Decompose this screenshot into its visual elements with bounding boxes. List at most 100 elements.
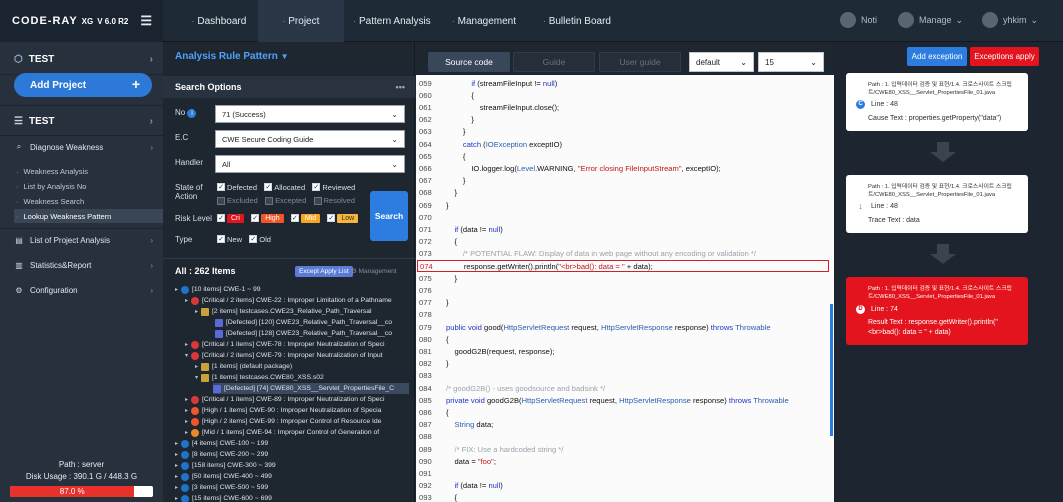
tab-source-code[interactable]: Source code [428, 52, 510, 72]
add-project-button[interactable]: Add Project + [14, 73, 152, 97]
tree-item[interactable]: ▸ [High / 2 items] CWE-99 : Improper Cont… [185, 416, 415, 427]
code-line[interactable]: 086 { [416, 406, 834, 418]
tab-user-guide[interactable]: User guide [599, 52, 681, 72]
risk-low-checkbox[interactable]: ✓ Low [327, 213, 359, 223]
code-line[interactable]: 093 { [416, 492, 834, 502]
tree-item[interactable]: [Defected] [120] CWE23_Relative_Path_Tra… [215, 317, 415, 328]
tree-item[interactable]: ▸ [158 items] CWE-300 ~ 399 [175, 460, 276, 471]
trace-card-trace[interactable]: Path : 1. 입력데이터 검증 및 표현/1.4. 크로스사이트 스크립트… [846, 175, 1028, 233]
code-line[interactable]: 087 String data; [416, 419, 834, 431]
tree-item[interactable]: ▸ [15 items] CWE-600 ~ 699 [175, 493, 272, 502]
tree-item[interactable]: ▸ [Mid / 1 items] CWE-94 : Improper Contr… [185, 427, 415, 438]
sidebar-item-project-analysis[interactable]: ▤ List of Project Analysis › [0, 229, 163, 251]
sidebar-sub-weakness-analysis[interactable]: · Weakness Analysis [16, 164, 88, 178]
nav-management[interactable]: · Management [446, 0, 522, 42]
code-line[interactable]: 069} [416, 199, 834, 211]
logo[interactable]: CODE-RAY XG V 6.0 R2 ☰ [0, 0, 163, 42]
tree-item[interactable]: ▸ [High / 1 items] CWE-90 : Improper Neut… [185, 405, 415, 416]
tree-item[interactable]: ▸ [3 items] CWE-500 ~ 599 [175, 482, 268, 493]
type-old-checkbox[interactable]: ✓ Old [249, 235, 271, 244]
management-button[interactable]: ⚙ Management [351, 267, 397, 275]
tree-item[interactable]: ▸ [Critical / 1 items] CWE-89 : Improper … [185, 394, 415, 405]
code-line[interactable]: 073 /* POTENTIAL FLAW: Display of data i… [416, 248, 834, 260]
code-line[interactable]: 085 private void goodG2B(HttpServletReque… [416, 394, 834, 406]
exceptions-apply-button[interactable]: Exceptions apply [970, 47, 1039, 66]
code-line[interactable]: 059 if (streamFileInput != null) [416, 77, 834, 89]
code-line[interactable]: 078 [416, 309, 834, 321]
code-line[interactable]: 082} [416, 358, 834, 370]
code-line[interactable]: 077} [416, 297, 834, 309]
code-line[interactable]: 080 { [416, 333, 834, 345]
code-scrollbar[interactable] [830, 304, 833, 436]
risk-mid-checkbox[interactable]: ✓ Mid [290, 213, 321, 223]
type-new-checkbox[interactable]: ✓ New [217, 235, 242, 244]
code-line-highlighted[interactable]: 074 response.getWriter().println("<br>ba… [417, 260, 829, 272]
nav-bulletin-board[interactable]: · Bulletin Board [540, 0, 614, 42]
code-line[interactable]: 061 streamFileInput.close(); [416, 101, 834, 113]
code-line[interactable]: 068 } [416, 187, 834, 199]
noti-button[interactable]: Noti [840, 12, 877, 28]
sidebar-project-test[interactable]: ☰ TEST › [0, 107, 163, 135]
code-line[interactable]: 075 } [416, 272, 834, 284]
sidebar-project-header[interactable]: ⬡ TEST › [0, 45, 163, 73]
risk-high-checkbox[interactable]: ✓ High [251, 213, 284, 223]
more-icon[interactable]: ••• [396, 82, 405, 92]
code-line[interactable]: 090 data = "foo"; [416, 455, 834, 467]
sidebar-item-diagnose-weakness[interactable]: ⌕ Diagnose Weakness › [0, 136, 163, 158]
code-line[interactable]: 060 { [416, 89, 834, 101]
analysis-no-select[interactable]: 71 (Success) ⌄ [215, 105, 405, 123]
nav-pattern-analysis[interactable]: · Pattern Analysis [350, 0, 434, 42]
tree-item[interactable]: ▾ [Critical / 2 items] CWE-79 : Improper … [185, 350, 415, 361]
tree-item[interactable]: ▸ [2 items] testcases.CWE23_Relative_Path… [195, 306, 415, 317]
code-line[interactable]: 066 IO.logger.log(Level.WARNING, "Error … [416, 162, 834, 174]
user-menu[interactable]: yhkim ⌄ [982, 12, 1038, 28]
tree-item[interactable]: [Defected] [128] CWE23_Relative_Path_Tra… [215, 328, 415, 339]
code-line[interactable]: 063 } [416, 126, 834, 138]
state-excluded-checkbox[interactable]: Excluded [217, 196, 258, 205]
code-line[interactable]: 091 [416, 467, 834, 479]
tree-item[interactable]: ▸ [1 items] (default package) [195, 361, 415, 372]
tree-item[interactable]: ▸ [Critical / 2 items] CWE-22 : Improper … [185, 295, 415, 306]
search-button[interactable]: Search [370, 191, 408, 241]
tree-item[interactable]: ▸ [Critical / 1 items] CWE-78 : Improper … [185, 339, 415, 350]
sidebar-item-configuration[interactable]: ⚙ Configuration › [0, 279, 163, 301]
except-apply-list-button[interactable]: Except Apply List [295, 266, 353, 277]
code-line[interactable]: 079 public void good(HttpServletRequest r… [416, 321, 834, 333]
state-reviewed-checkbox[interactable]: ✓ Reviewed [312, 183, 355, 192]
sidebar-item-statistics[interactable]: ▥ Statistics&Report › [0, 254, 163, 276]
risk-cri-checkbox[interactable]: ✓ Cri [217, 213, 244, 223]
trace-card-cause[interactable]: Path : 1. 입력데이터 검증 및 표현/1.4. 크로스사이트 스크립트… [846, 73, 1028, 131]
code-line[interactable]: 092 if (data != null) [416, 480, 834, 492]
tree-item[interactable]: ▸ [4 items] CWE-100 ~ 199 [175, 438, 268, 449]
state-excepted-checkbox[interactable]: Excepted [265, 196, 306, 205]
tab-guide[interactable]: Guide [513, 52, 595, 72]
theme-select[interactable]: default ⌄ [689, 52, 754, 72]
tree-item-selected[interactable]: [Defected] [74] CWE80_XSS__Servlet_Prope… [213, 383, 409, 394]
code-line[interactable]: 083 [416, 370, 834, 382]
code-line[interactable]: 071 if (data != null) [416, 223, 834, 235]
state-resolved-checkbox[interactable]: Resolved [313, 196, 355, 205]
code-line[interactable]: 089 /* FIX: Use a hardcoded string */ [416, 443, 834, 455]
font-size-select[interactable]: 15 ⌄ [758, 52, 824, 72]
sidebar-sub-weakness-search[interactable]: · Weakness Search [16, 194, 84, 208]
sidebar-sub-list-by-analysis[interactable]: · List by Analysis No [16, 179, 86, 193]
code-line[interactable]: 062 } [416, 114, 834, 126]
manage-menu[interactable]: Manage ⌄ [898, 12, 963, 28]
tree-item[interactable]: ▸ [50 items] CWE-400 ~ 499 [175, 471, 272, 482]
code-line[interactable]: 084 /* goodG2B() - uses goodsource and ba… [416, 382, 834, 394]
state-defected-checkbox[interactable]: ✓ Defected [217, 183, 257, 192]
ec-select[interactable]: CWE Secure Coding Guide ⌄ [215, 130, 405, 148]
code-line[interactable]: 070 [416, 211, 834, 223]
code-line[interactable]: 065 { [416, 150, 834, 162]
handler-select[interactable]: All ⌄ [215, 155, 405, 173]
code-line[interactable]: 072 { [416, 236, 834, 248]
state-allocated-checkbox[interactable]: ✓ Allocated [264, 183, 305, 192]
sidebar-sub-lookup-weakness-pattern[interactable]: · Lookup Weakness Pattern [14, 209, 163, 223]
add-exception-button[interactable]: Add exception [907, 47, 967, 66]
nav-project[interactable]: · Project [258, 0, 344, 42]
code-line[interactable]: 067 } [416, 175, 834, 187]
tree-item[interactable]: ▾ [1 items] testcases.CWE80_XSS.s02 [195, 372, 415, 383]
source-code-view[interactable]: 059 if (streamFileInput != null) 060 {061… [416, 75, 834, 502]
page-title[interactable]: Analysis Rule Pattern ▼ [175, 51, 289, 62]
code-line[interactable]: 064 catch (IOException exceptIO) [416, 138, 834, 150]
